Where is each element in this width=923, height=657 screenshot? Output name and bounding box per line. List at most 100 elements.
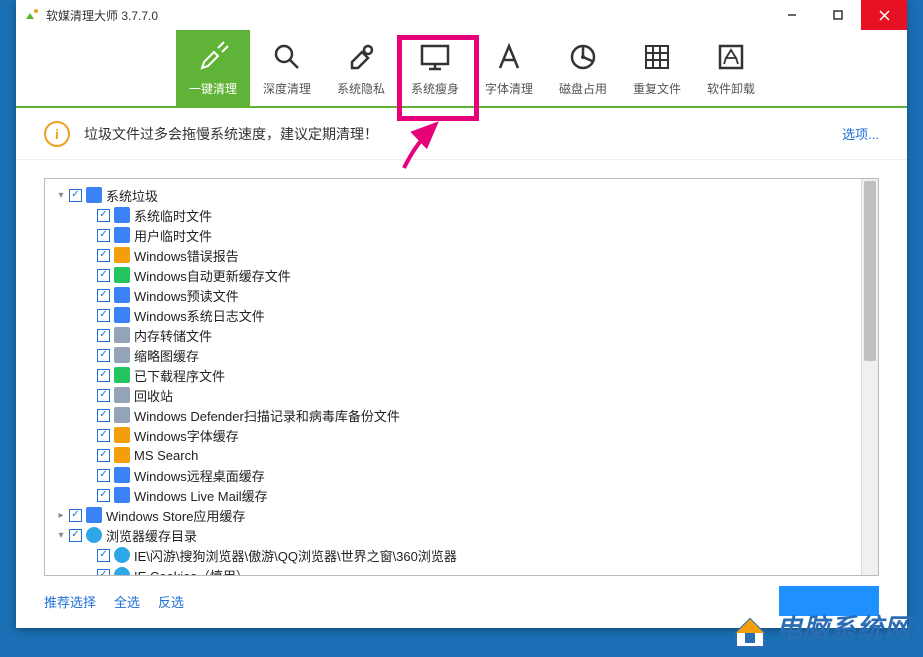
item-icon xyxy=(114,247,130,263)
close-button[interactable] xyxy=(861,0,907,30)
tree-node[interactable]: Windows Defender扫描记录和病毒库备份文件 xyxy=(49,405,874,425)
checkbox[interactable] xyxy=(97,329,110,342)
tree-node[interactable]: MS Search xyxy=(49,445,874,465)
item-icon xyxy=(114,387,130,403)
tree-node[interactable]: Windows Live Mail缓存 xyxy=(49,485,874,505)
font-icon xyxy=(492,40,526,74)
tree-node[interactable]: ▾系统垃圾 xyxy=(49,185,874,205)
app-icon xyxy=(24,7,40,23)
minimize-button[interactable] xyxy=(769,0,815,30)
item-icon xyxy=(114,347,130,363)
tree-label: 系统临时文件 xyxy=(134,206,212,225)
scrollbar[interactable] xyxy=(861,179,878,575)
recommend-link[interactable]: 推荐选择 xyxy=(44,592,96,611)
tree-node[interactable]: Windows错误报告 xyxy=(49,245,874,265)
tab-label: 深度清理 xyxy=(263,80,311,97)
checkbox[interactable] xyxy=(97,389,110,402)
tree-label: 已下载程序文件 xyxy=(134,366,225,385)
tree-node[interactable]: Windows自动更新缓存文件 xyxy=(49,265,874,285)
tab-system-slim[interactable]: 系统瘦身 xyxy=(398,30,472,106)
checkbox[interactable] xyxy=(97,489,110,502)
expander-icon[interactable]: ▾ xyxy=(55,530,67,541)
tree-label: 内存转储文件 xyxy=(134,326,212,345)
tree-node[interactable]: 缩略图缓存 xyxy=(49,345,874,365)
tree-node[interactable]: Windows远程桌面缓存 xyxy=(49,465,874,485)
checkbox[interactable] xyxy=(69,189,82,202)
checkbox[interactable] xyxy=(97,289,110,302)
expander-icon[interactable]: ▸ xyxy=(55,510,67,521)
info-icon: i xyxy=(44,121,70,147)
checkbox[interactable] xyxy=(97,549,110,562)
tree-node[interactable]: Windows系统日志文件 xyxy=(49,305,874,325)
app-window: 软媒清理大师 3.7.7.0 一键清理 深度清理 系统隐私 系统瘦身 字体清理 xyxy=(16,0,907,628)
window-controls xyxy=(769,0,907,30)
item-icon xyxy=(114,267,130,283)
tab-one-click-clean[interactable]: 一键清理 xyxy=(176,30,250,106)
item-icon xyxy=(114,327,130,343)
bottom-bar: 推荐选择 全选 反选 xyxy=(44,586,879,616)
item-icon xyxy=(114,487,130,503)
item-icon xyxy=(114,307,130,323)
disk-icon xyxy=(566,40,600,74)
select-all-link[interactable]: 全选 xyxy=(114,592,140,611)
title-bar: 软媒清理大师 3.7.7.0 xyxy=(16,0,907,30)
scroll-thumb[interactable] xyxy=(864,181,876,361)
checkbox[interactable] xyxy=(97,569,110,576)
tree-node[interactable]: 回收站 xyxy=(49,385,874,405)
tree-node[interactable]: ▾浏览器缓存目录 xyxy=(49,525,874,545)
expander-icon[interactable]: ▾ xyxy=(55,190,67,201)
tree-node[interactable]: Windows预读文件 xyxy=(49,285,874,305)
checkbox[interactable] xyxy=(97,429,110,442)
primary-button[interactable] xyxy=(779,586,879,616)
tree-label: Windows Store应用缓存 xyxy=(106,506,245,525)
tree-node[interactable]: 内存转储文件 xyxy=(49,325,874,345)
tab-deep-clean[interactable]: 深度清理 xyxy=(250,30,324,106)
checkbox[interactable] xyxy=(97,309,110,322)
item-icon xyxy=(86,527,102,543)
tree-view[interactable]: ▾系统垃圾系统临时文件用户临时文件Windows错误报告Windows自动更新缓… xyxy=(45,179,878,575)
tree-node[interactable]: 已下载程序文件 xyxy=(49,365,874,385)
tab-font-clean[interactable]: 字体清理 xyxy=(472,30,546,106)
tab-uninstall[interactable]: 软件卸载 xyxy=(694,30,768,106)
maximize-button[interactable] xyxy=(815,0,861,30)
item-icon xyxy=(114,447,130,463)
options-link[interactable]: 选项... xyxy=(842,124,879,143)
tree-label: Windows错误报告 xyxy=(134,246,239,265)
checkbox[interactable] xyxy=(97,249,110,262)
tab-disk-usage[interactable]: 磁盘占用 xyxy=(546,30,620,106)
tree-node[interactable]: IE\闪游\搜狗浏览器\傲游\QQ浏览器\世界之窗\360浏览器 xyxy=(49,545,874,565)
tab-label: 重复文件 xyxy=(633,80,681,97)
checkbox[interactable] xyxy=(97,269,110,282)
tree-container: ▾系统垃圾系统临时文件用户临时文件Windows错误报告Windows自动更新缓… xyxy=(44,178,879,576)
checkbox[interactable] xyxy=(97,369,110,382)
checkbox[interactable] xyxy=(97,229,110,242)
checkbox[interactable] xyxy=(69,509,82,522)
house-icon xyxy=(732,615,768,651)
checkbox[interactable] xyxy=(97,209,110,222)
checkbox[interactable] xyxy=(97,349,110,362)
tree-label: Windows远程桌面缓存 xyxy=(134,466,265,485)
item-icon xyxy=(114,567,130,575)
tree-node[interactable]: Windows字体缓存 xyxy=(49,425,874,445)
tab-duplicate[interactable]: 重复文件 xyxy=(620,30,694,106)
tree-label: Windows预读文件 xyxy=(134,286,239,305)
window-title: 软媒清理大师 3.7.7.0 xyxy=(46,7,158,24)
invert-link[interactable]: 反选 xyxy=(158,592,184,611)
tree-node[interactable]: 用户临时文件 xyxy=(49,225,874,245)
tab-privacy[interactable]: 系统隐私 xyxy=(324,30,398,106)
checkbox[interactable] xyxy=(97,469,110,482)
tree-label: Windows Live Mail缓存 xyxy=(134,486,268,505)
tab-label: 一键清理 xyxy=(189,80,237,97)
item-icon xyxy=(114,207,130,223)
tree-node[interactable]: IE Cookies（慎用） xyxy=(49,565,874,575)
checkbox[interactable] xyxy=(97,449,110,462)
item-icon xyxy=(114,467,130,483)
tree-node[interactable]: ▸ Windows Store应用缓存 xyxy=(49,505,874,525)
recycle-icon xyxy=(714,40,748,74)
info-text: 垃圾文件过多会拖慢系统速度，建议定期清理！ xyxy=(84,124,378,144)
checkbox[interactable] xyxy=(69,529,82,542)
tab-label: 系统隐私 xyxy=(337,80,385,97)
watermark-sub: www.dnxtw.com xyxy=(776,641,911,651)
tree-node[interactable]: 系统临时文件 xyxy=(49,205,874,225)
checkbox[interactable] xyxy=(97,409,110,422)
